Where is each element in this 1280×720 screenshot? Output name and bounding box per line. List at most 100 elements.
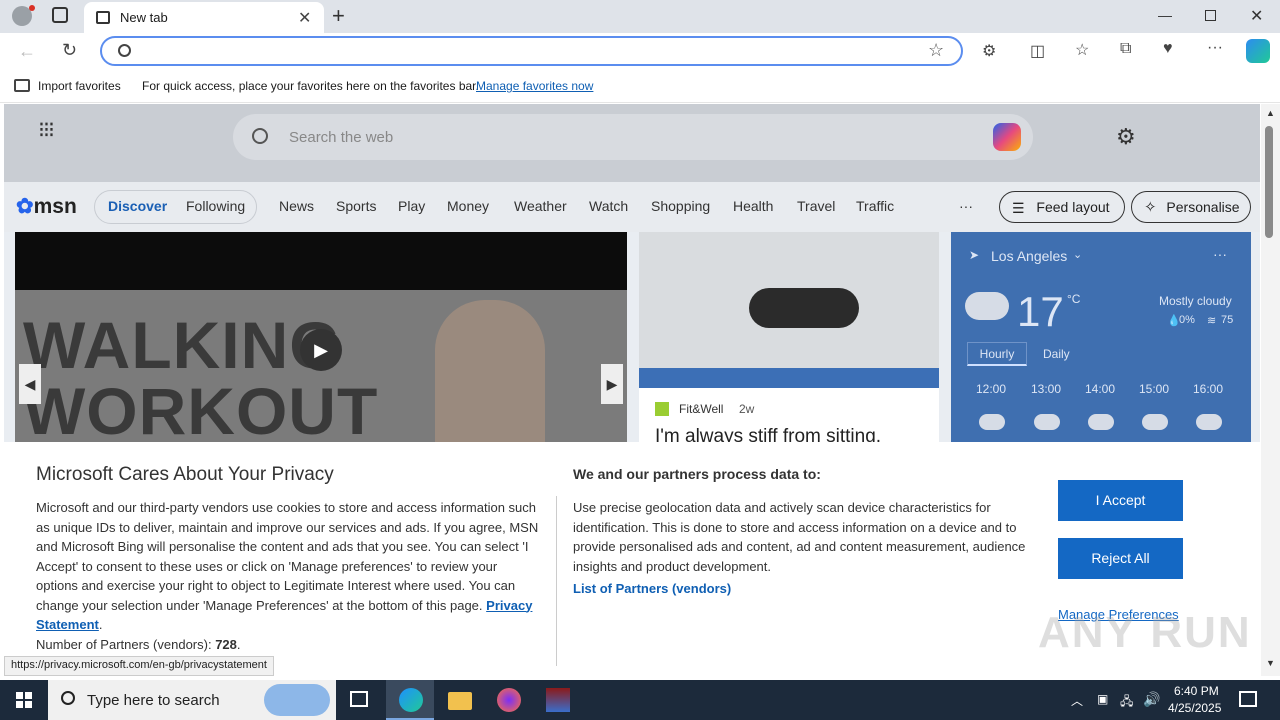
scroll-thumb[interactable] [1265, 126, 1273, 238]
performance-icon[interactable]: ♥ [1163, 40, 1173, 58]
settings-gear-icon[interactable]: ⚙ [1116, 124, 1136, 150]
task-view-icon[interactable] [350, 691, 368, 707]
tab-title: New tab [120, 10, 168, 25]
source-logo-icon [655, 402, 669, 416]
hour-0: 12:00 [976, 382, 1007, 396]
import-favorites-button[interactable]: Import favorites [38, 79, 121, 93]
manage-favorites-link[interactable]: Manage favorites now [476, 79, 593, 93]
favorites-icon[interactable]: ☆ [1075, 40, 1089, 60]
tab-new-tab[interactable]: New tab ✕ [84, 2, 324, 33]
nav-travel[interactable]: Travel [797, 198, 835, 214]
network-icon[interactable]: 🖧 [1120, 692, 1133, 713]
watermark-logo: ANY RUN [1038, 608, 1252, 657]
yoga-person-image [749, 288, 859, 328]
hour-1: 13:00 [1031, 382, 1062, 396]
nav-sports[interactable]: Sports [336, 198, 376, 214]
show-hidden-icons-icon[interactable]: ︿ [1071, 692, 1083, 709]
carousel-prev-icon[interactable]: ◀ [19, 364, 41, 404]
weather-location[interactable]: Los Angeles [991, 248, 1067, 264]
weather-temp: 17 [1017, 288, 1064, 335]
privacy-body-text: Microsoft and our third-party vendors us… [36, 500, 539, 613]
windows-taskbar: Type here to search ︿ ▣ 🖧 🔊 6:40 PM 4/25… [0, 680, 1280, 720]
nav-health[interactable]: Health [733, 198, 773, 214]
start-windows-icon[interactable] [16, 692, 32, 708]
play-video-icon[interactable]: ▶ [300, 329, 342, 371]
favorite-star-icon[interactable]: ☆ [928, 40, 944, 61]
partly-cloudy-icon [965, 292, 1009, 320]
nav-play[interactable]: Play [398, 198, 425, 214]
nav-shopping[interactable]: Shopping [651, 198, 710, 214]
collections-icon[interactable]: ⧉ [1120, 40, 1131, 58]
nav-watch[interactable]: Watch [589, 198, 628, 214]
status-url-bubble: https://privacy.microsoft.com/en-gb/priv… [4, 656, 274, 676]
firefox-icon[interactable] [497, 688, 521, 712]
taskbar-search-box[interactable]: Type here to search [48, 680, 336, 720]
volume-icon[interactable]: 🔊 [1143, 691, 1160, 708]
location-arrow-icon: ➤ [969, 248, 980, 262]
partners-label: Number of Partners (vendors): [36, 636, 212, 652]
notifications-icon[interactable] [1239, 691, 1257, 707]
file-explorer-icon[interactable] [448, 692, 472, 710]
copilot-icon[interactable] [993, 123, 1021, 151]
article-card[interactable]: Fit&Well 2w I'm always stiff from sittin… [639, 232, 939, 452]
tab-following[interactable]: Following [186, 198, 245, 214]
split-screen-icon[interactable]: ◫ [1030, 41, 1045, 61]
settings-more-icon[interactable]: ··· [1207, 39, 1223, 57]
winrar-icon[interactable] [546, 688, 570, 712]
title-bar: New tab ✕ + — ✕ [0, 0, 1280, 33]
apps-grid-icon[interactable]: ⁝⁝⁝ [38, 119, 55, 141]
nav-news[interactable]: News [279, 198, 314, 214]
location-chevron-icon[interactable]: ⌄ [1073, 248, 1082, 261]
list-of-partners-link[interactable]: List of Partners (vendors) [573, 581, 731, 596]
clock-time[interactable]: 6:40 PM [1174, 684, 1219, 698]
weather-condition: Mostly cloudy [1159, 294, 1232, 308]
back-button[interactable]: ← [18, 41, 36, 62]
nav-weather[interactable]: Weather [514, 198, 567, 214]
hour-0-cloud-icon [979, 414, 1005, 430]
restore-button[interactable] [1205, 10, 1216, 21]
msn-header: ⁝⁝⁝ Search the web ⚙ [4, 104, 1260, 182]
page-scrollbar[interactable]: ▲ ▼ [1261, 104, 1280, 676]
msn-butterfly-icon: ✿ [16, 195, 34, 218]
hour-2-cloud-icon [1088, 414, 1114, 430]
hero-video-card[interactable]: WALKING WORKOUT ▶ ◀ ▶ [15, 232, 627, 452]
partners-count: 728 [215, 636, 237, 652]
hour-4-cloud-icon [1196, 414, 1222, 430]
personalise-label: Personalise [1166, 199, 1240, 215]
weather-more-icon[interactable]: ··· [1213, 246, 1227, 262]
search-icon [118, 44, 131, 57]
scroll-up-icon[interactable]: ▲ [1266, 108, 1275, 118]
carousel-next-icon[interactable]: ▶ [601, 364, 623, 404]
tab-actions-icon[interactable] [52, 7, 68, 23]
reject-all-button[interactable]: Reject All [1058, 538, 1183, 579]
msn-nav-bar: ✿msn Discover Following News Sports Play… [4, 182, 1260, 232]
edge-logo-icon [399, 688, 423, 712]
minimize-button[interactable]: — [1158, 7, 1172, 23]
tab-discover[interactable]: Discover [108, 198, 167, 214]
tray-device-icon[interactable]: ▣ [1097, 692, 1108, 706]
tab-hourly[interactable]: Hourly [967, 342, 1027, 366]
msn-logo[interactable]: ✿msn [16, 194, 77, 219]
taskbar-search-placeholder: Type here to search [87, 692, 220, 709]
weather-card[interactable]: ➤ Los Angeles ⌄ ··· 17 °C Mostly cloudy … [951, 232, 1251, 452]
article-age: 2w [739, 402, 755, 416]
nav-money[interactable]: Money [447, 198, 489, 214]
extensions-icon[interactable]: ⚙ [982, 41, 996, 61]
close-tab-icon[interactable]: ✕ [298, 8, 311, 28]
refresh-button[interactable]: ↻ [62, 40, 77, 61]
clock-date[interactable]: 4/25/2025 [1168, 701, 1221, 715]
close-window-button[interactable]: ✕ [1250, 6, 1263, 26]
address-bar[interactable]: ☆ [100, 36, 963, 66]
scroll-down-icon[interactable]: ▼ [1266, 658, 1275, 668]
hour-1-cloud-icon [1034, 414, 1060, 430]
new-tab-page-icon [96, 11, 110, 24]
copilot-icon[interactable] [1246, 39, 1270, 63]
tab-daily[interactable]: Daily [1043, 347, 1070, 361]
nav-traffic[interactable]: Traffic [856, 198, 894, 214]
hour-3-cloud-icon [1142, 414, 1168, 430]
new-tab-button[interactable]: + [332, 3, 345, 29]
search-icon [252, 128, 268, 144]
more-nav-icon[interactable]: ··· [959, 198, 973, 214]
web-search-box[interactable]: Search the web [233, 114, 1033, 160]
accept-button[interactable]: I Accept [1058, 480, 1183, 521]
